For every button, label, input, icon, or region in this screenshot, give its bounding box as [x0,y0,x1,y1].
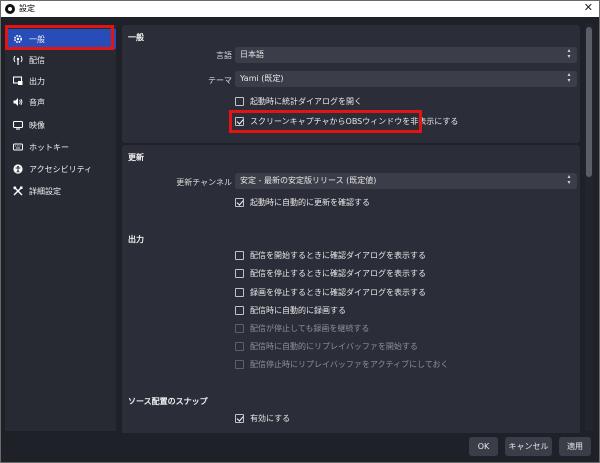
antenna-icon [13,55,23,65]
title-bar: 設定 ✕ [1,1,599,17]
sidebar-item-label: アクセシビリティ [29,164,93,174]
ok-button[interactable]: OK [469,437,498,456]
checkbox-box[interactable] [235,305,244,315]
checkbox-label: 配信時に自動的にリプレイバッファを開始する [250,341,418,351]
checkbox-label: 録画を停止するときに確認ダイアログを表示する [250,287,426,297]
hide-obs-window-checkbox[interactable]: スクリーンキャプチャからOBSウィンドウを非表示にする [235,114,458,128]
sidebar-item-general[interactable]: 一般 [5,29,116,49]
checkbox-box[interactable] [235,116,244,126]
monitor-icon [13,120,23,130]
checkbox-box[interactable] [235,413,244,423]
checkbox-box [235,341,244,351]
checkbox-box[interactable] [235,287,244,297]
checkbox-box [235,359,244,369]
close-icon[interactable]: ✕ [584,1,593,14]
checkbox-box [235,323,244,333]
settings-window: 設定 ✕ 一般 配信 出力 音声 映像 ホットキー アクセシビリティ 詳細設定 … [0,0,600,463]
gear-icon [13,34,23,44]
group-title-snap: ソース配置のスナップ [128,397,208,406]
sidebar-item-label: 配信 [29,55,45,65]
group-title-update: 更新 [128,153,144,162]
accessibility-icon [13,164,23,174]
language-select[interactable]: 日本語 ▴ ▾ [235,47,577,63]
auto-replay-buffer-checkbox: 配信時に自動的にリプレイバッファを開始する [235,339,418,353]
theme-label: テーマ [208,76,232,85]
updown-chevron-icon: ▴ ▾ [567,47,571,60]
stats-dialog-checkbox[interactable]: 起動時に統計ダイアログを開く [235,94,362,108]
output-icon [13,76,23,86]
sidebar-item-label: 音声 [29,97,45,107]
updown-chevron-icon: ▴ ▾ [567,173,571,186]
snap-enable-checkbox[interactable]: 有効にする [235,411,290,425]
confirm-stop-record-checkbox[interactable]: 録画を停止するときに確認ダイアログを表示する [235,285,426,299]
group-title-general: 一般 [128,33,144,42]
scrollbar-thumb[interactable] [586,27,592,177]
auto-record-checkbox[interactable]: 配信時に自動的に録画する [235,303,346,317]
sidebar-item-label: 出力 [29,76,45,86]
sidebar-item-label: ホットキー [29,142,69,152]
content-scrollbar[interactable] [585,23,593,431]
group-general: 一般 言語 日本語 ▴ ▾ テーマ Yami (既定) ▴ ▾ 起動時に統計ダイアロ… [122,25,580,143]
theme-select[interactable]: Yami (既定) ▴ ▾ [235,71,577,87]
update-channel-label: 更新チャンネル [176,178,232,187]
sidebar: 一般 配信 出力 音声 映像 ホットキー アクセシビリティ 詳細設定 [5,25,116,431]
obs-logo-icon [5,4,15,14]
sidebar-item-hotkeys[interactable]: ホットキー [5,137,116,157]
apply-button[interactable]: 適用 [559,437,591,456]
window-title: 設定 [19,4,35,13]
keep-replay-buffer-checkbox: 配信停止時にリプレイバッファをアクティブにしておく [235,357,448,371]
tools-icon [13,186,23,196]
group-snap: ソース配置のスナップ 有効にする [122,389,580,433]
language-label: 言語 [216,51,232,60]
checkbox-label: スクリーンキャプチャからOBSウィンドウを非表示にする [250,116,459,126]
checkbox-label: 起動時に統計ダイアログを開く [250,96,362,106]
checkbox-label: 起動時に自動的に更新を確認する [250,197,370,207]
updown-chevron-icon: ▴ ▾ [567,71,571,84]
checkbox-box[interactable] [235,197,244,207]
checkbox-label: 配信が停止しても録画を継続する [250,323,370,333]
cancel-button[interactable]: キャンセル [505,437,552,456]
checkbox-label: 配信を開始するときに確認ダイアログを表示する [250,250,426,260]
group-output: 出力 配信を開始するときに確認ダイアログを表示する 配信を停止するときに確認ダイ… [122,227,580,404]
sidebar-item-video[interactable]: 映像 [5,115,116,135]
confirm-start-stream-checkbox[interactable]: 配信を開始するときに確認ダイアログを表示する [235,248,426,262]
checkbox-label: 配信停止時にリプレイバッファをアクティブにしておく [250,359,449,369]
checkbox-label: 配信を停止するときに確認ダイアログを表示する [250,268,426,278]
confirm-stop-stream-checkbox[interactable]: 配信を停止するときに確認ダイアログを表示する [235,266,426,280]
speaker-icon [13,97,23,107]
language-value: 日本語 [240,50,264,59]
sidebar-item-stream[interactable]: 配信 [5,50,116,70]
sidebar-item-label: 映像 [29,120,45,130]
auto-update-checkbox[interactable]: 起動時に自動的に更新を確認する [235,195,370,209]
checkbox-label: 有効にする [250,413,291,423]
sidebar-item-accessibility[interactable]: アクセシビリティ [5,159,116,179]
checkbox-box[interactable] [235,268,244,278]
keyboard-icon [13,142,23,152]
sidebar-item-label: 詳細設定 [29,186,61,196]
checkbox-label: 配信時に自動的に録画する [250,305,346,315]
theme-value: Yami (既定) [240,74,284,83]
sidebar-item-advanced[interactable]: 詳細設定 [5,181,116,201]
update-channel-select[interactable]: 安定 - 最新の安定版リリース (既定値) ▴ ▾ [235,173,577,189]
checkbox-box[interactable] [235,96,244,106]
settings-content: 一般 言語 日本語 ▴ ▾ テーマ Yami (既定) ▴ ▾ 起動時に統計ダイアロ… [119,21,581,433]
update-channel-value: 安定 - 最新の安定版リリース (既定値) [240,176,377,185]
checkbox-box[interactable] [235,250,244,260]
sidebar-item-output[interactable]: 出力 [5,71,116,91]
group-title-output: 出力 [128,235,144,244]
sidebar-item-label: 一般 [29,34,45,44]
keep-recording-checkbox: 配信が停止しても録画を継続する [235,321,369,335]
sidebar-item-audio[interactable]: 音声 [5,92,116,112]
group-update: 更新 更新チャンネル 安定 - 最新の安定版リリース (既定値) ▴ ▾ 起動時に… [122,145,580,233]
